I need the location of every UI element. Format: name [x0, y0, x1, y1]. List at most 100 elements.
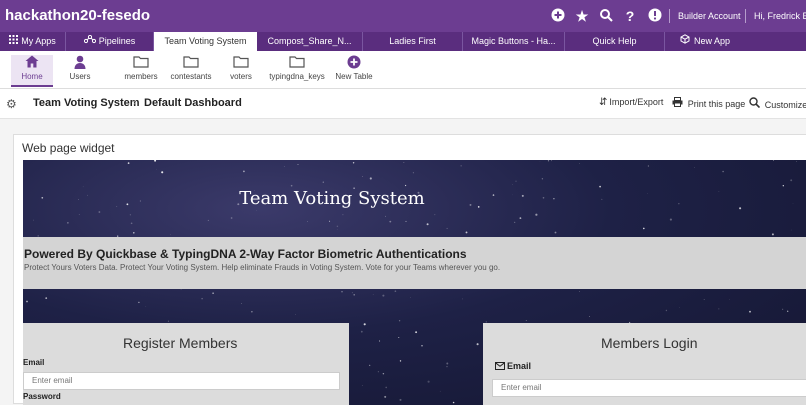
star-dot: [643, 228, 645, 230]
intro-text: Protect Yours Voters Data. Protect Your …: [24, 263, 500, 272]
tab-team-voting-system[interactable]: Team Voting System: [154, 32, 257, 51]
star-dot: [447, 228, 448, 229]
table-members[interactable]: members: [120, 55, 162, 87]
print-button[interactable]: Print this page: [672, 97, 745, 110]
star-dot: [783, 185, 784, 186]
star-dot: [648, 165, 649, 166]
star-dot: [512, 184, 513, 185]
star-dot: [241, 303, 242, 304]
new-table-button[interactable]: New Table: [334, 55, 374, 87]
tab-pipelines[interactable]: Pipelines: [66, 32, 154, 51]
user-icon: [62, 55, 98, 69]
tab-quick-help[interactable]: Quick Help: [565, 32, 665, 51]
table-label: voters: [230, 72, 252, 81]
star-dot: [154, 160, 156, 162]
star-dot: [379, 341, 380, 342]
pipelines-icon: [84, 32, 96, 51]
tab-new-app[interactable]: New App: [665, 32, 745, 51]
star-dot: [385, 387, 387, 389]
register-email-label: Email: [23, 358, 44, 367]
star-dot: [548, 160, 549, 161]
star-dot: [378, 371, 379, 372]
table-label: Home: [21, 72, 42, 81]
table-contestants[interactable]: contestants: [170, 55, 212, 87]
tab-compost-share[interactable]: Compost_Share_N...: [257, 32, 363, 51]
table-voters[interactable]: voters: [226, 55, 256, 87]
star-dot: [45, 297, 47, 299]
star-dot: [156, 169, 157, 170]
alert-icon[interactable]: [647, 8, 663, 24]
builder-account-link[interactable]: Builder Account: [678, 11, 741, 21]
tab-my-apps[interactable]: My Apps: [0, 32, 66, 51]
grid-icon: [9, 32, 18, 51]
star-dot: [466, 231, 468, 233]
tab-label: My Apps: [21, 36, 56, 46]
help-icon[interactable]: ?: [622, 8, 638, 24]
star-dot: [542, 178, 543, 179]
login-panel: Members Login Email Enter email: [483, 323, 806, 405]
search-icon[interactable]: [598, 8, 614, 24]
star-dot: [33, 220, 34, 221]
star-dot: [719, 309, 720, 310]
star-dot: [791, 230, 792, 231]
star-dot: [477, 343, 479, 345]
user-greeting[interactable]: Hi, Fredrick Es: [754, 11, 806, 21]
gear-icon[interactable]: ⚙: [6, 97, 17, 111]
star-dot: [729, 299, 730, 300]
register-title: Register Members: [123, 335, 237, 351]
table-home[interactable]: Home: [11, 55, 53, 87]
register-email-input[interactable]: Enter email: [23, 372, 340, 390]
star-dot: [535, 214, 537, 216]
import-export-button[interactable]: ⇵Import/Export: [599, 97, 663, 108]
login-email-input[interactable]: Enter email: [492, 379, 806, 397]
widget-title: Web page widget: [22, 141, 115, 155]
star-dot: [362, 176, 363, 177]
login-title: Members Login: [601, 335, 698, 351]
divider: [669, 9, 670, 23]
customize-button[interactable]: Customize th: [749, 97, 806, 111]
table-typingdna-keys[interactable]: typingdna_keys: [268, 55, 326, 87]
star-dot: [790, 179, 792, 181]
tab-ladies-first[interactable]: Ladies First: [363, 32, 463, 51]
star-dot: [399, 320, 400, 321]
star-dot: [589, 316, 590, 317]
star-dot: [128, 162, 130, 164]
add-icon[interactable]: [550, 8, 566, 24]
tab-magic-buttons[interactable]: Magic Buttons - Ha...: [463, 32, 565, 51]
star-dot: [579, 291, 580, 292]
star-dot: [787, 311, 788, 312]
star-dot: [670, 219, 672, 221]
app-title[interactable]: hackathon20-fesedo: [5, 7, 150, 24]
star-dot: [161, 171, 163, 173]
star-dot: [404, 162, 405, 163]
star-dot: [722, 171, 724, 173]
tab-label: New App: [694, 36, 730, 46]
web-page-widget: Web page widget Team Voting System Power…: [13, 134, 806, 404]
star-dot: [427, 223, 429, 225]
star-dot: [212, 292, 214, 294]
star-dot: [413, 172, 414, 173]
star-dot: [231, 217, 233, 219]
breadcrumb-app[interactable]: Team Voting System: [33, 97, 140, 109]
divider: [745, 9, 746, 23]
table-users[interactable]: Users: [62, 55, 98, 87]
star-dot: [362, 385, 363, 386]
tab-label: Magic Buttons - Ha...: [471, 36, 555, 46]
star-dot: [364, 323, 366, 325]
star-dot: [138, 302, 139, 303]
star-dot: [352, 292, 353, 293]
star-icon[interactable]: ★: [574, 8, 590, 24]
envelope-icon: [495, 362, 505, 372]
star-dot: [793, 203, 794, 204]
star-dot: [398, 337, 399, 338]
tab-label: Ladies First: [389, 36, 436, 46]
star-dot: [410, 297, 411, 298]
star-dot: [772, 233, 774, 235]
print-icon: [672, 99, 686, 110]
star-dot: [370, 177, 372, 179]
star-dot: [369, 365, 370, 366]
star-dot: [421, 345, 422, 346]
star-dot: [385, 216, 386, 217]
star-dot: [515, 181, 516, 182]
tab-label: Compost_Share_N...: [267, 36, 351, 46]
